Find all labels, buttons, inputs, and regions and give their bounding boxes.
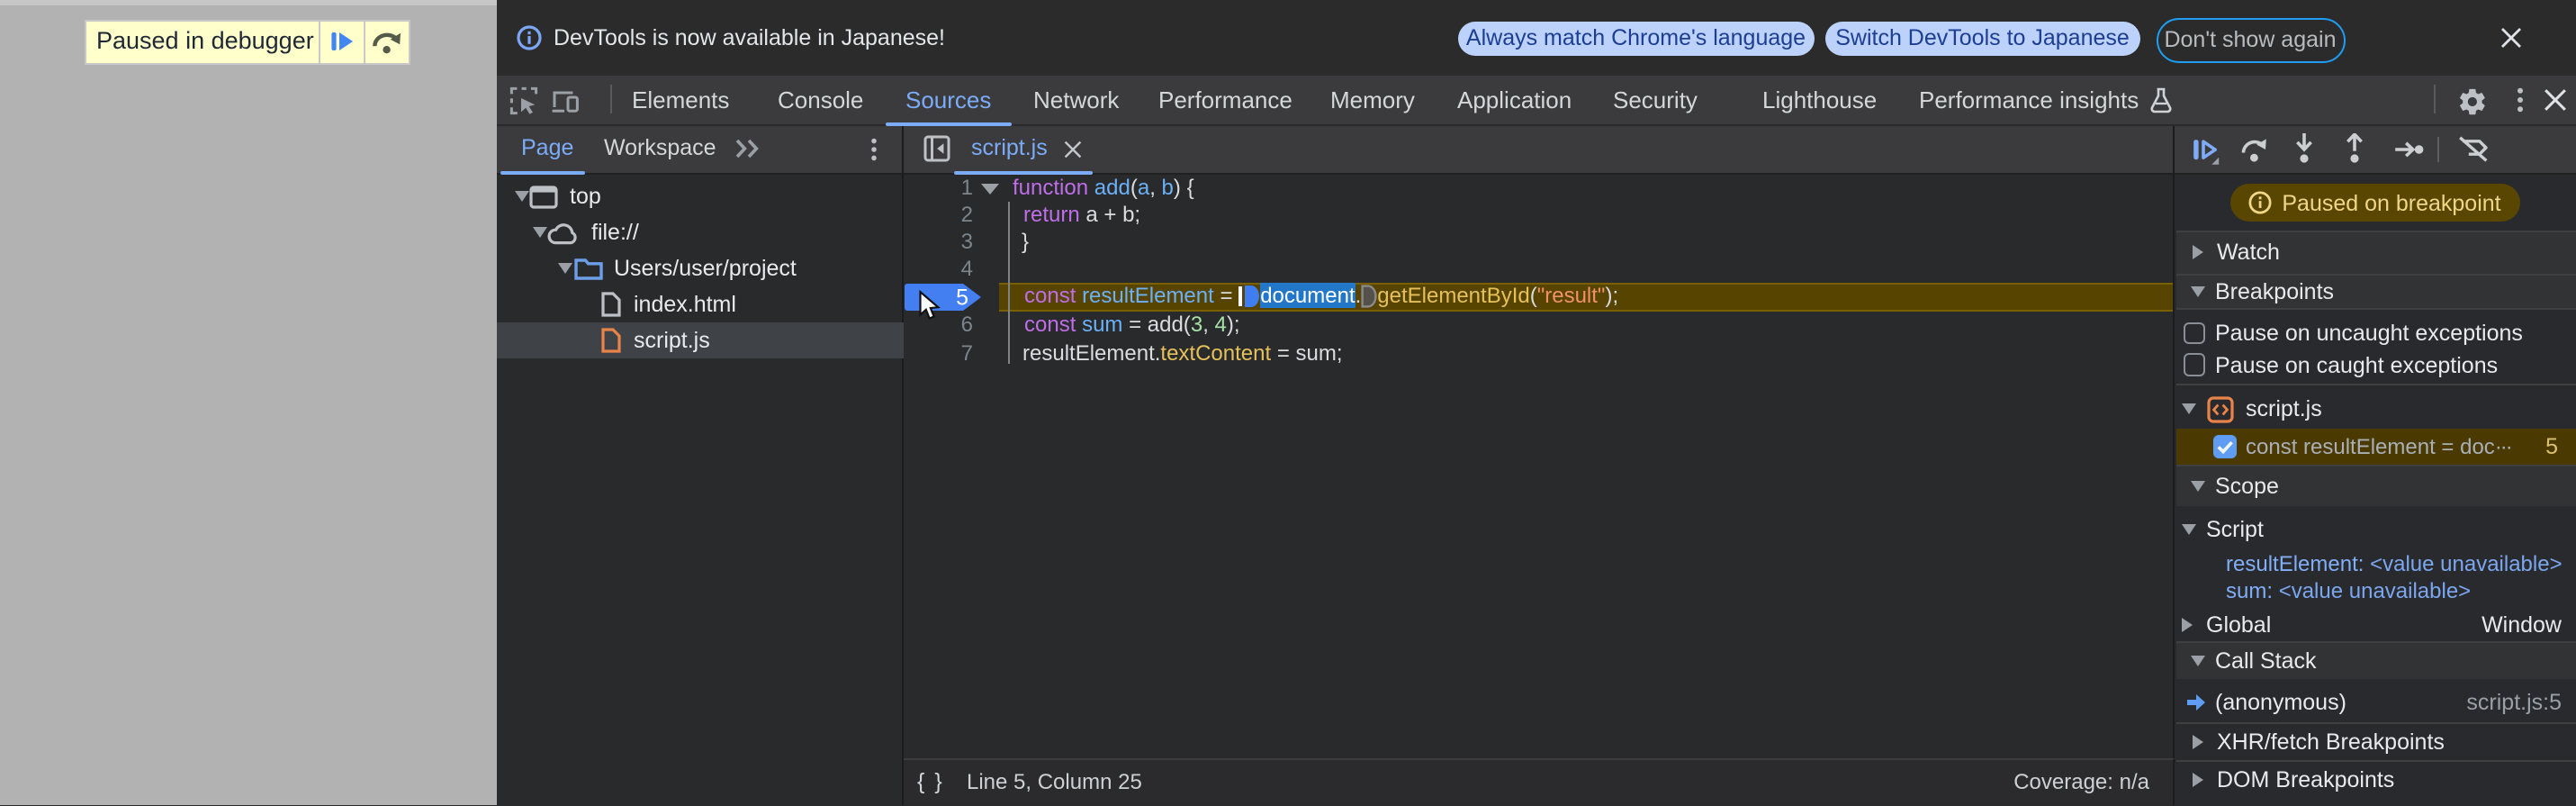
svg-text:5: 5 [955, 285, 968, 310]
